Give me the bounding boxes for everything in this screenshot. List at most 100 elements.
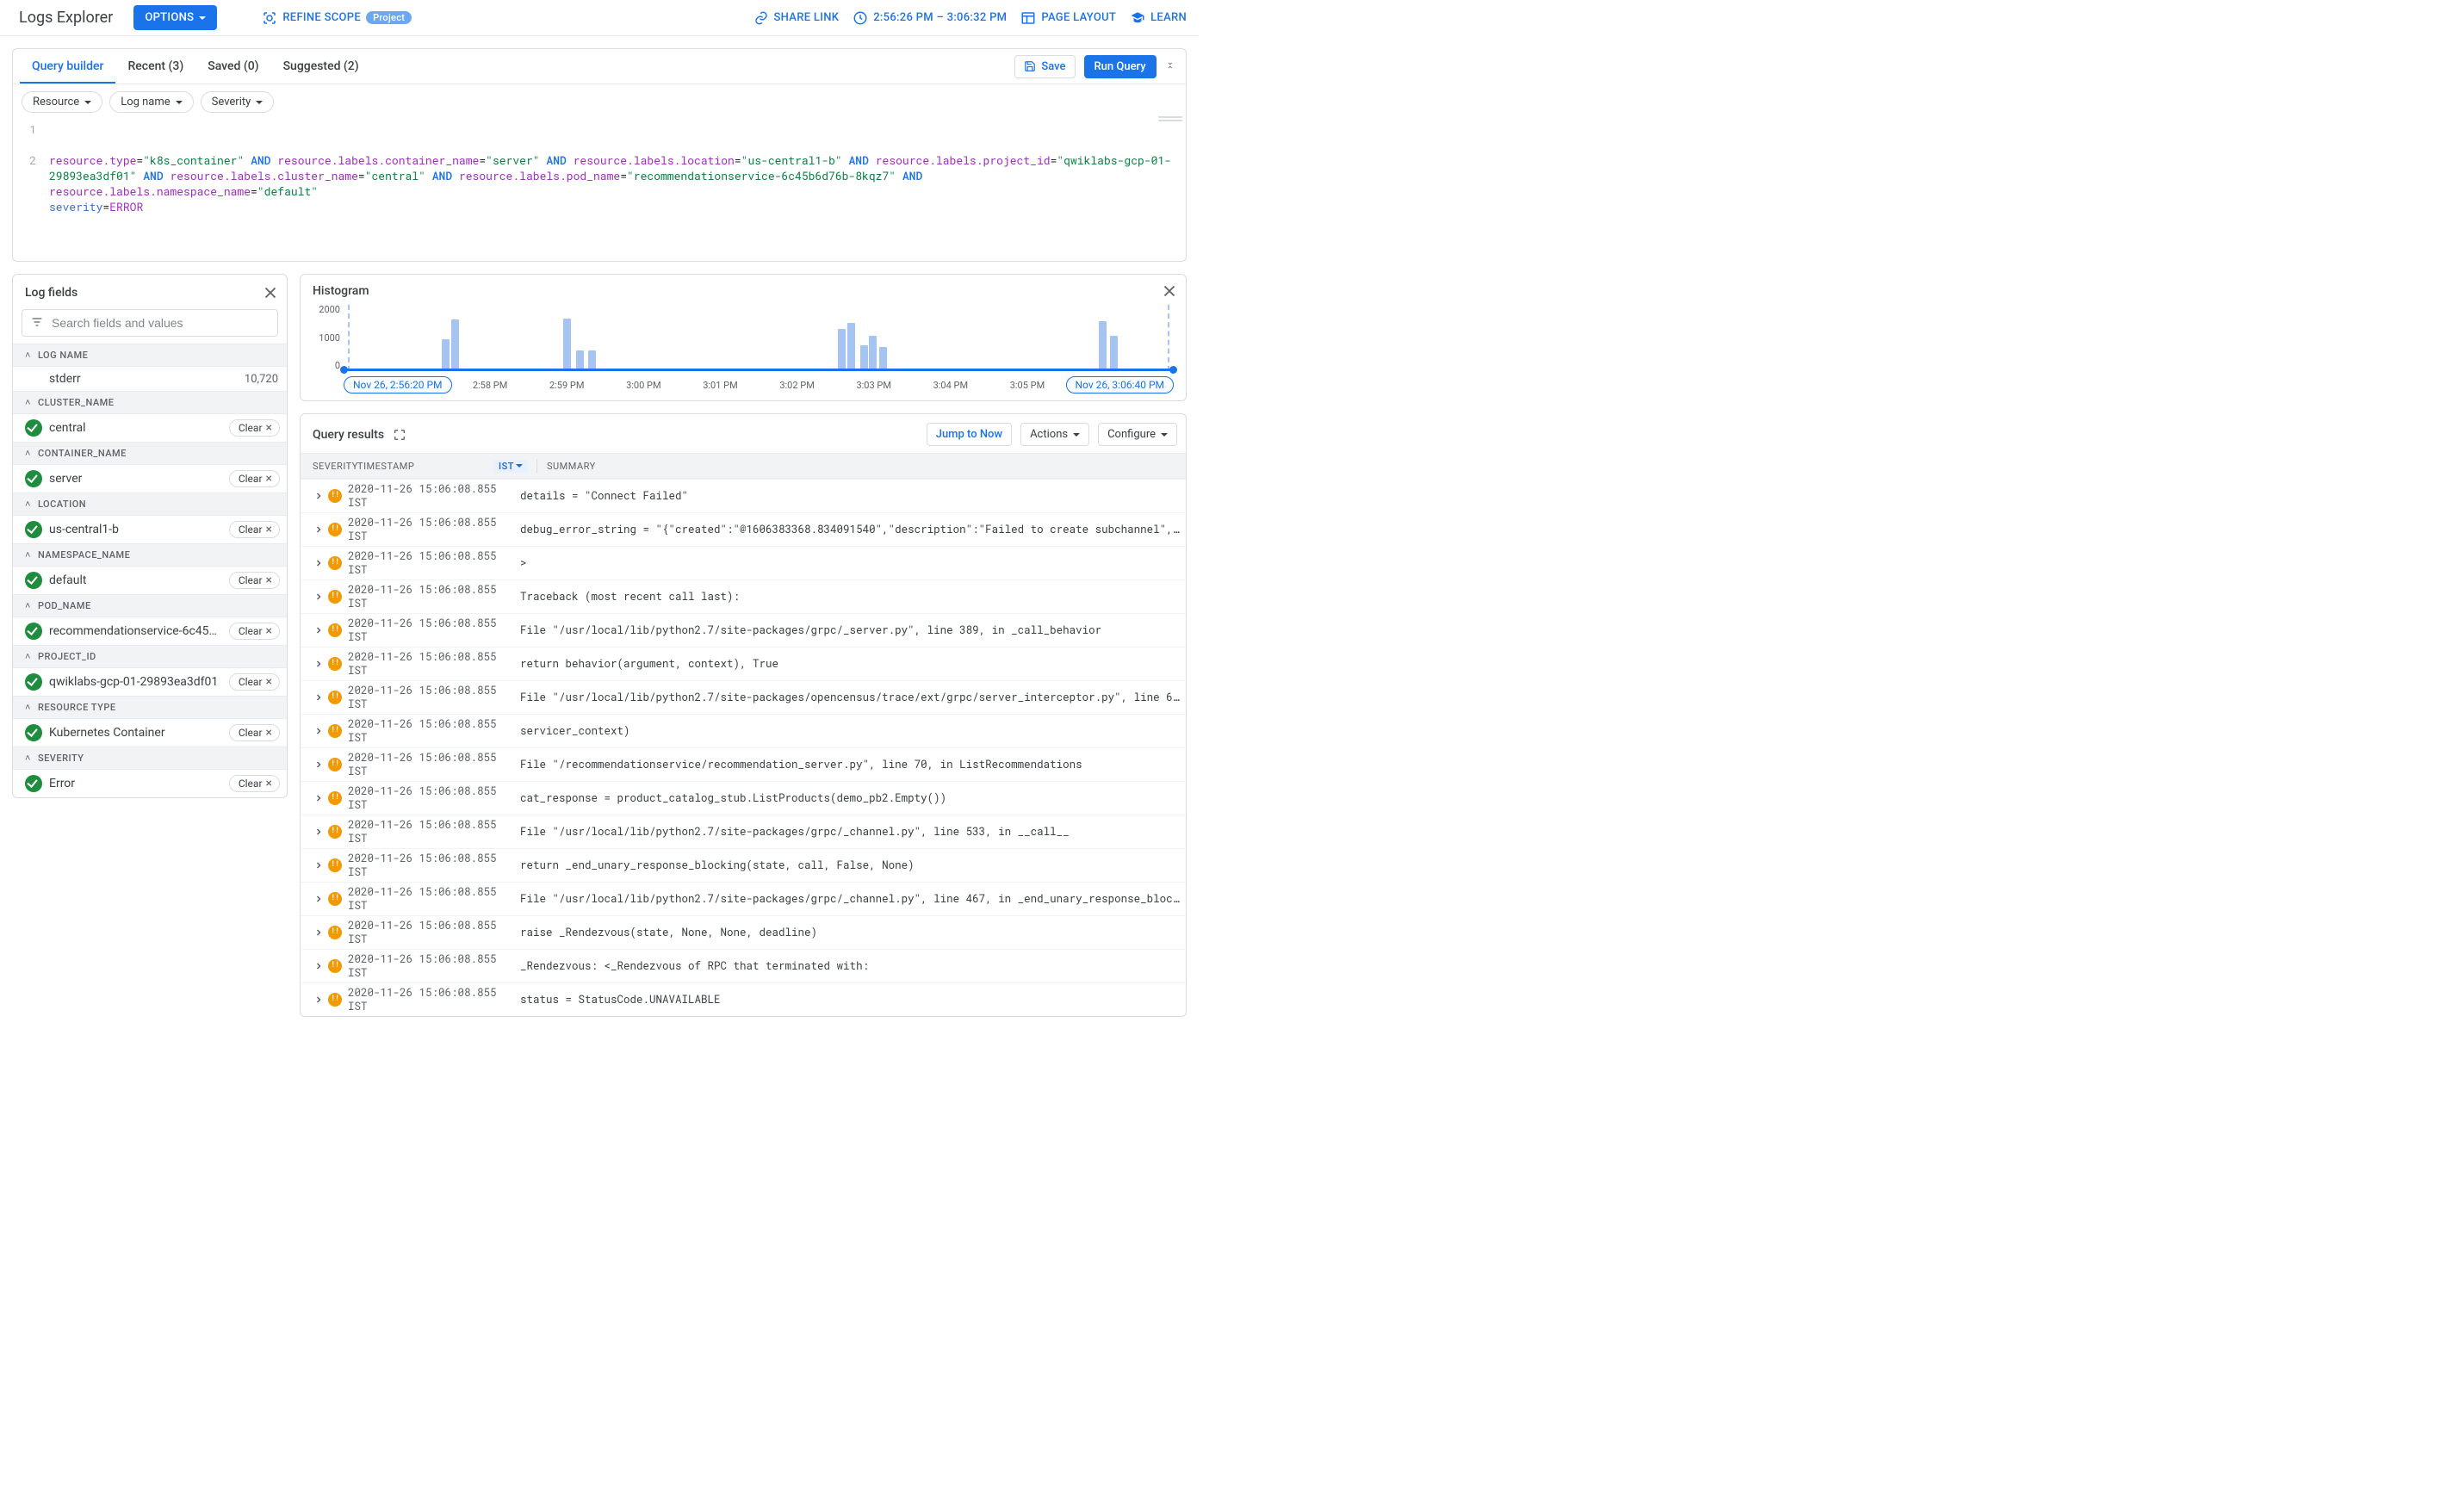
chevron-right-icon [313,726,324,736]
log-field-row[interactable]: qwiklabs-gcp-01-29893ea3df01Clear× [13,668,287,696]
log-field-section-header[interactable]: ˄SEVERITY [13,747,287,770]
timezone-selector[interactable]: IST [493,460,528,473]
expand-row[interactable] [309,827,328,837]
options-button[interactable]: OPTIONS [133,5,217,30]
expand-results[interactable] [393,428,406,442]
log-row[interactable]: 2020-11-26 15:06:08.855 IST File "/usr/l… [301,882,1186,915]
log-field-section-header[interactable]: ˄POD_NAME [13,594,287,617]
log-field-section-header[interactable]: ˄NAMESPACE_NAME [13,543,287,567]
close-icon: × [266,727,272,739]
run-query-button[interactable]: Run Query [1084,55,1156,78]
expand-row[interactable] [309,995,328,1005]
chevron-up-icon: ˄ [25,499,31,510]
log-row[interactable]: 2020-11-26 15:06:08.855 IST File "/usr/l… [301,815,1186,848]
log-row[interactable]: 2020-11-26 15:06:08.855 IST raise _Rende… [301,915,1186,949]
log-fields-search-input[interactable] [22,309,278,337]
log-field-row[interactable]: ErrorClear× [13,770,287,797]
clear-chip[interactable]: Clear× [229,775,280,792]
log-row[interactable]: 2020-11-26 15:06:08.855 IST servicer_con… [301,714,1186,747]
log-row[interactable]: 2020-11-26 15:06:08.855 IST debug_error_… [301,512,1186,546]
learn-button[interactable]: LEARN [1130,10,1187,26]
log-field-section-header[interactable]: ˄RESOURCE TYPE [13,696,287,719]
actions-dropdown[interactable]: Actions [1020,423,1089,446]
row-timestamp: 2020-11-26 15:06:08.855 IST [348,583,520,610]
clear-chip[interactable]: Clear× [229,673,280,691]
expand-row[interactable] [309,659,328,669]
time-track[interactable] [344,369,1174,371]
expand-row[interactable] [309,894,328,904]
expand-row[interactable] [309,558,328,568]
log-row[interactable]: 2020-11-26 15:06:08.855 IST return behav… [301,647,1186,680]
clear-chip[interactable]: Clear× [229,724,280,741]
log-field-row[interactable]: stderr10,720 [13,367,287,391]
log-row[interactable]: 2020-11-26 15:06:08.855 IST > [301,546,1186,579]
log-field-row[interactable]: centralClear× [13,414,287,442]
log-field-row[interactable]: serverClear× [13,465,287,493]
log-field-section-header[interactable]: ˄CLUSTER_NAME [13,391,287,414]
log-row[interactable]: 2020-11-26 15:06:08.855 IST status = Sta… [301,982,1186,1016]
severity-error-icon [328,623,342,637]
tab-saved[interactable]: Saved (0) [195,49,270,84]
log-row[interactable]: 2020-11-26 15:06:08.855 IST details = "C… [301,479,1186,512]
expand-row[interactable] [309,759,328,770]
configure-dropdown[interactable]: Configure [1098,423,1177,446]
tab-suggested[interactable]: Suggested (2) [271,49,371,84]
time-range-button[interactable]: 2:56:26 PM – 3:06:32 PM [853,10,1007,26]
log-row[interactable]: 2020-11-26 15:06:08.855 IST cat_response… [301,781,1186,815]
clear-chip[interactable]: Clear× [229,470,280,487]
range-handle-end[interactable] [1169,366,1177,374]
filter-logname[interactable]: Log name [109,91,193,113]
expand-row[interactable] [309,860,328,871]
range-start-chip[interactable]: Nov 26, 2:56:20 PM [344,376,452,393]
tab-query-builder[interactable]: Query builder [20,49,115,84]
expand-row[interactable] [309,491,328,501]
expand-row[interactable] [309,625,328,635]
filter-severity[interactable]: Severity [201,91,275,113]
filter-resource[interactable]: Resource [22,91,102,113]
refine-scope-button[interactable]: REFINE SCOPE Project [262,10,412,26]
clear-chip[interactable]: Clear× [229,572,280,589]
log-field-section-header[interactable]: ˄CONTAINER_NAME [13,442,287,465]
log-field-row[interactable]: recommendationservice-6c45b...Clear× [13,617,287,645]
close-log-fields[interactable] [261,283,280,302]
log-row[interactable]: 2020-11-26 15:06:08.855 IST File "/recom… [301,747,1186,781]
code-token: AND [432,168,452,183]
range-end-chip[interactable]: Nov 26, 3:06:40 PM [1066,376,1175,393]
log-row[interactable]: 2020-11-26 15:06:08.855 IST File "/usr/l… [301,680,1186,714]
collapse-toggle[interactable]: ⌄ ⌃ [1165,57,1175,76]
expand-row[interactable] [309,961,328,971]
expand-row[interactable] [309,524,328,535]
clear-chip[interactable]: Clear× [229,521,280,538]
histogram-plot[interactable] [344,302,1174,371]
close-histogram[interactable] [1160,282,1179,301]
expand-row[interactable] [309,592,328,602]
log-field-row[interactable]: defaultClear× [13,567,287,594]
query-code[interactable]: resource.type="k8s_container" AND resour… [42,118,1186,230]
clear-chip[interactable]: Clear× [229,419,280,437]
tab-recent[interactable]: Recent (3) [115,49,195,84]
log-field-section-header[interactable]: ˄LOG NAME [13,344,287,367]
share-link-button[interactable]: SHARE LINK [753,10,840,26]
page-layout-button[interactable]: PAGE LAYOUT [1020,10,1116,26]
learn-icon [1130,10,1145,26]
log-field-section-header[interactable]: ˄LOCATION [13,493,287,516]
log-field-row[interactable]: us-central1-bClear× [13,516,287,543]
resize-handle[interactable] [1158,116,1182,121]
range-handle-start[interactable] [340,366,348,374]
row-summary: File "/usr/local/lib/python2.7/site-pack… [520,691,1181,704]
save-button[interactable]: Save [1014,55,1075,78]
log-row[interactable]: 2020-11-26 15:06:08.855 IST File "/usr/l… [301,613,1186,647]
clear-chip[interactable]: Clear× [229,623,280,640]
right-column: Histogram 2000 1000 0 [300,274,1187,1017]
log-row[interactable]: 2020-11-26 15:06:08.855 IST return _end_… [301,848,1186,882]
expand-row[interactable] [309,927,328,938]
jump-to-now-button[interactable]: Jump to Now [927,423,1012,446]
expand-row[interactable] [309,793,328,803]
expand-row[interactable] [309,726,328,736]
log-field-section-header[interactable]: ˄PROJECT_ID [13,645,287,668]
log-row[interactable]: 2020-11-26 15:06:08.855 IST _Rendezvous:… [301,949,1186,982]
log-row[interactable]: 2020-11-26 15:06:08.855 IST Traceback (m… [301,579,1186,613]
query-editor[interactable]: 1 2 resource.type="k8s_container" AND re… [13,118,1186,261]
log-field-row[interactable]: Kubernetes ContainerClear× [13,719,287,747]
expand-row[interactable] [309,692,328,703]
